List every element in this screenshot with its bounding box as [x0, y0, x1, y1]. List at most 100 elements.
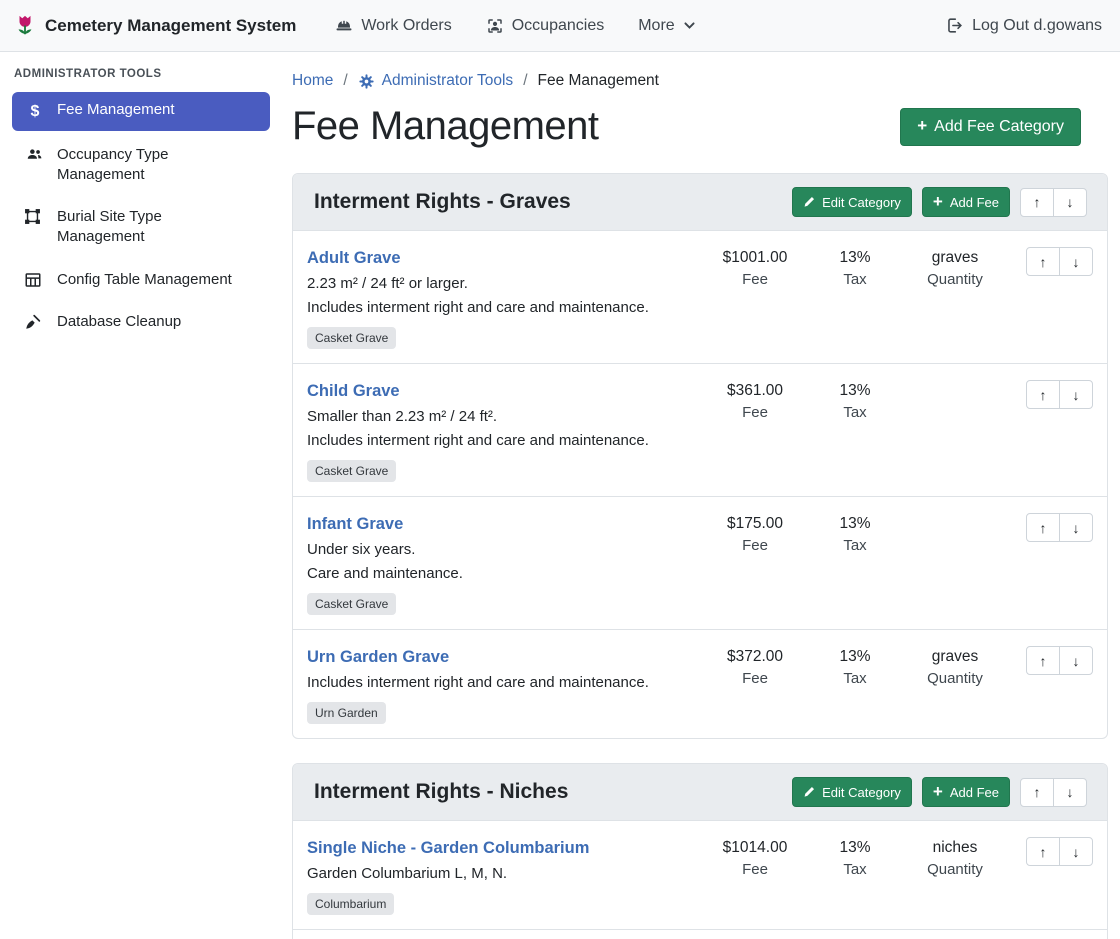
logout-label: Log Out d.gowans	[972, 17, 1102, 35]
main-nav: Work Orders Occupancies More	[318, 17, 712, 35]
move-fee-down-button[interactable]: ↓	[1059, 247, 1093, 276]
add-fee-button[interactable]: + Add Fee	[922, 187, 1010, 217]
fee-amount: $1014.00	[700, 839, 810, 857]
edit-category-button[interactable]: Edit Category	[792, 777, 912, 807]
sidebar-item-label: Database Cleanup	[57, 312, 181, 332]
fee-amount-column: $175.00 Fee	[700, 513, 810, 554]
sidebar-item-fee-management[interactable]: $ Fee Management	[12, 92, 270, 131]
quantity-column: graves Quantity	[900, 646, 1010, 687]
sidebar-item-occupancy-type-management[interactable]: Occupancy Type Management	[12, 137, 270, 194]
quantity-label: Quantity	[900, 271, 1010, 288]
sidebar-item-label: Burial Site Type Management	[57, 207, 237, 248]
fee-name-link[interactable]: Infant Grave	[307, 513, 403, 535]
sidebar-item-database-cleanup[interactable]: Database Cleanup	[12, 304, 270, 340]
move-fee-up-button[interactable]: ↑	[1026, 646, 1060, 675]
arrow-down-icon: ↓	[1067, 195, 1074, 209]
arrow-down-icon: ↓	[1067, 785, 1074, 799]
fee-description: Includes interment right and care and ma…	[307, 296, 692, 320]
fee-reorder-group: ↑ ↓	[1026, 837, 1093, 866]
fee-description: Includes interment right and care and ma…	[307, 429, 692, 453]
app-brand[interactable]: Cemetery Management System	[14, 13, 296, 39]
tax-column: 13% Tax	[810, 513, 900, 554]
fee-name-link[interactable]: Single Niche - Garden Columbarium	[307, 837, 589, 859]
fee-name-link[interactable]: Urn Garden Grave	[307, 646, 449, 668]
move-fee-up-button[interactable]: ↑	[1026, 247, 1060, 276]
fee-reorder-group: ↑ ↓	[1026, 513, 1093, 542]
fee-amount: $361.00	[700, 382, 810, 400]
page-layout: ADMINISTRATOR TOOLS $ Fee Management Occ…	[0, 52, 1120, 939]
fee-row: Adult Grave 2.23 m² / 24 ft² or larger. …	[293, 231, 1107, 364]
breadcrumb-admin-tools-label: Administrator Tools	[382, 72, 514, 90]
nav-work-orders[interactable]: Work Orders	[318, 17, 468, 35]
arrow-down-icon: ↓	[1073, 255, 1080, 269]
sidebar-section-title: ADMINISTRATOR TOOLS	[12, 68, 270, 92]
move-fee-down-button[interactable]: ↓	[1059, 513, 1093, 542]
hard-hat-icon	[335, 17, 353, 35]
quantity-unit: niches	[900, 839, 1010, 857]
category-actions: Edit Category + Add Fee ↑ ↓	[792, 777, 1087, 807]
fee-name-link[interactable]: Adult Grave	[307, 247, 401, 269]
tax-value: 13%	[810, 839, 900, 857]
sidebar-item-config-table-management[interactable]: Config Table Management	[12, 262, 270, 298]
tax-column: 13% Tax	[810, 247, 900, 288]
sidebar-item-burial-site-type-management[interactable]: Burial Site Type Management	[12, 199, 270, 256]
edit-category-label: Edit Category	[822, 195, 901, 210]
nav-work-orders-label: Work Orders	[361, 17, 451, 35]
add-fee-category-button[interactable]: + Add Fee Category	[900, 108, 1081, 146]
fee-amount-column: $372.00 Fee	[700, 646, 810, 687]
fee-row: Single Niche - Garden Columbarium Garden…	[293, 821, 1107, 930]
move-fee-up-button[interactable]: ↑	[1026, 380, 1060, 409]
fee-type-badge: Casket Grave	[307, 460, 396, 482]
fee-info: Single Niche - Garden Columbarium Garden…	[307, 837, 700, 915]
fee-amount-column: $361.00 Fee	[700, 380, 810, 421]
fee-row: Child Grave Smaller than 2.23 m² / 24 ft…	[293, 364, 1107, 497]
move-category-down-button[interactable]: ↓	[1053, 188, 1087, 217]
fee-info: Child Grave Smaller than 2.23 m² / 24 ft…	[307, 380, 700, 482]
fee-amount-label: Fee	[700, 861, 810, 878]
breadcrumb-current: Fee Management	[538, 72, 660, 90]
move-category-up-button[interactable]: ↑	[1020, 778, 1054, 807]
nav-more[interactable]: More	[621, 17, 712, 35]
gear-icon	[358, 73, 375, 90]
tax-label: Tax	[810, 537, 900, 554]
tax-column: 13% Tax	[810, 646, 900, 687]
title-row: Fee Management + Add Fee Category	[292, 104, 1108, 149]
occupancy-person-frame-icon	[486, 17, 504, 35]
tax-value: 13%	[810, 648, 900, 666]
breadcrumb-admin-tools-link[interactable]: Administrator Tools	[358, 72, 514, 90]
move-fee-up-button[interactable]: ↑	[1026, 513, 1060, 542]
tax-label: Tax	[810, 670, 900, 687]
breadcrumb-home-link[interactable]: Home	[292, 72, 333, 90]
move-category-up-button[interactable]: ↑	[1020, 188, 1054, 217]
arrow-up-icon: ↑	[1040, 521, 1047, 535]
fee-category-card-niches: Interment Rights - Niches Edit Category …	[292, 763, 1108, 939]
top-navbar: Cemetery Management System Work Orders O…	[0, 0, 1120, 52]
add-fee-button[interactable]: + Add Fee	[922, 777, 1010, 807]
main-content: Home / Administrator Tools	[282, 52, 1120, 939]
breadcrumb: Home / Administrator Tools	[292, 64, 1108, 94]
add-fee-label: Add Fee	[950, 195, 999, 210]
plus-icon: +	[933, 193, 943, 210]
fee-row: Companion Niche - Garden Columbarium Gar…	[293, 930, 1107, 939]
tax-value: 13%	[810, 249, 900, 267]
tax-label: Tax	[810, 404, 900, 421]
breadcrumb-separator: /	[343, 72, 347, 90]
move-fee-down-button[interactable]: ↓	[1059, 380, 1093, 409]
fee-amount-label: Fee	[700, 670, 810, 687]
move-category-down-button[interactable]: ↓	[1053, 778, 1087, 807]
arrow-up-icon: ↑	[1040, 388, 1047, 402]
tax-value: 13%	[810, 515, 900, 533]
move-fee-up-button[interactable]: ↑	[1026, 837, 1060, 866]
arrow-up-icon: ↑	[1034, 785, 1041, 799]
sidebar: ADMINISTRATOR TOOLS $ Fee Management Occ…	[0, 52, 282, 939]
table-icon	[24, 271, 46, 289]
edit-category-button[interactable]: Edit Category	[792, 187, 912, 217]
plus-icon: +	[933, 783, 943, 800]
category-title: Interment Rights - Niches	[314, 780, 568, 804]
logout-link[interactable]: Log Out d.gowans	[928, 16, 1106, 35]
move-fee-down-button[interactable]: ↓	[1059, 837, 1093, 866]
fee-name-link[interactable]: Child Grave	[307, 380, 400, 402]
tax-value: 13%	[810, 382, 900, 400]
nav-occupancies[interactable]: Occupancies	[469, 17, 622, 35]
move-fee-down-button[interactable]: ↓	[1059, 646, 1093, 675]
